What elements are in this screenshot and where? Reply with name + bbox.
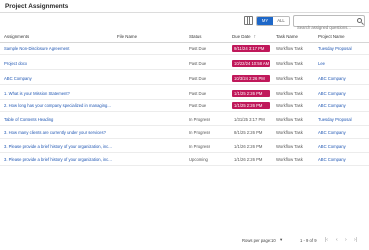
- project-link[interactable]: ABC Company: [318, 76, 366, 81]
- assignment-link[interactable]: 1. What is your Mission Statement?: [4, 91, 112, 96]
- sort-up-icon[interactable]: ↑: [254, 34, 257, 40]
- assignment-link[interactable]: 3. Please provide a brief history of you…: [4, 157, 112, 162]
- pagination-bar: Rows per page: 10 ▾ 1 - 9 of 9 |‹ ‹ › ›|: [0, 236, 369, 246]
- project-link[interactable]: ABC Company: [318, 157, 366, 162]
- row-divider: [0, 138, 369, 139]
- prev-page-icon[interactable]: ‹: [336, 237, 338, 243]
- row-divider: [0, 84, 369, 85]
- task-name: Workflow Task: [276, 76, 303, 81]
- table-row[interactable]: 1. What is your Mission Statement? Past …: [0, 89, 369, 100]
- col-project-name[interactable]: Project Name: [318, 34, 345, 39]
- table-row[interactable]: Project docx Past Due 10/22/24 10:58 AM …: [0, 59, 369, 70]
- project-link[interactable]: ABC Company: [318, 91, 366, 96]
- assignment-link[interactable]: Table of Contents Heading: [4, 117, 112, 122]
- assignment-link[interactable]: 3. How many clients are currently under …: [4, 130, 112, 135]
- col-due-date-wrap[interactable]: Due Date ↑: [232, 34, 256, 40]
- table-row[interactable]: Sample Non-Disclosure Agreement Past Due…: [0, 44, 369, 55]
- columns-icon[interactable]: [244, 16, 253, 25]
- search-input[interactable]: [294, 22, 354, 33]
- row-divider: [0, 99, 369, 100]
- due-date-text: 1/31/25 3:17 PM: [234, 117, 265, 122]
- assignment-link[interactable]: ABC Company: [4, 76, 112, 81]
- status-text: Upcoming: [189, 157, 208, 162]
- status-text: Past Due: [189, 76, 207, 81]
- project-link[interactable]: ABC Company: [318, 144, 366, 149]
- project-link[interactable]: ABC Company: [318, 130, 366, 135]
- project-link[interactable]: Tuesday Proposal: [318, 46, 366, 51]
- due-date-badge: 10/22/24 10:58 AM: [232, 60, 270, 67]
- table-row[interactable]: 3. How many clients are currently under …: [0, 128, 369, 139]
- row-divider: [0, 69, 369, 70]
- search-box[interactable]: [293, 15, 365, 33]
- next-page-icon[interactable]: ›: [345, 237, 347, 243]
- due-date-badge: 1/1/25 2:26 PM: [232, 102, 270, 109]
- col-task-name[interactable]: Task Name: [276, 34, 298, 39]
- col-due-date[interactable]: Due Date: [232, 34, 251, 39]
- task-name: Workflow Task: [276, 157, 303, 162]
- status-text: In Progress: [189, 130, 211, 135]
- due-date-badge: 10/3/24 2:26 PM: [232, 75, 270, 82]
- assignment-link[interactable]: Project docx: [4, 61, 112, 66]
- project-link[interactable]: Tuesday Proposal: [318, 117, 366, 122]
- table-row[interactable]: ABC Company Past Due 10/3/24 2:26 PM Wor…: [0, 74, 369, 85]
- task-name: Workflow Task: [276, 61, 303, 66]
- table-row[interactable]: 3. Please provide a brief history of you…: [0, 142, 369, 153]
- rows-per-page-select[interactable]: 10: [271, 238, 276, 243]
- row-divider: [0, 125, 369, 126]
- status-text: In Progress: [189, 144, 211, 149]
- status-text: Past Due: [189, 103, 207, 108]
- first-page-icon[interactable]: |‹: [325, 237, 328, 243]
- title-divider: [0, 12, 369, 13]
- due-date-text: 8/1/25 2:26 PM: [234, 130, 263, 135]
- status-text: Past Due: [189, 61, 207, 66]
- row-divider: [0, 152, 369, 153]
- due-date-badge: 9/11/24 3:17 PM: [232, 45, 270, 52]
- task-name: Workflow Task: [276, 130, 303, 135]
- row-divider: [0, 165, 369, 166]
- col-status[interactable]: Status: [189, 34, 201, 39]
- due-date-text: 1/1/26 2:26 PM: [234, 144, 263, 149]
- table-row[interactable]: 2. How long has your company specialized…: [0, 101, 369, 112]
- col-assignments[interactable]: Assignments: [4, 34, 29, 39]
- task-name: Workflow Task: [276, 144, 303, 149]
- assignment-link[interactable]: Sample Non-Disclosure Agreement: [4, 46, 112, 51]
- task-name: Workflow Task: [276, 117, 303, 122]
- col-file-name[interactable]: File Name: [117, 34, 137, 39]
- task-name: Workflow Task: [276, 103, 303, 108]
- table-header: Assignments File Name Status Due Date ↑ T…: [0, 32, 369, 42]
- header-divider: [0, 42, 369, 43]
- status-text: In Progress: [189, 117, 211, 122]
- last-page-icon[interactable]: ›|: [354, 237, 357, 243]
- project-link[interactable]: ABC Company: [318, 103, 366, 108]
- due-date-text: 1/1/26 2:26 PM: [234, 157, 263, 162]
- assignment-link[interactable]: 3. Please provide a brief history of you…: [4, 144, 112, 149]
- my-all-toggle[interactable]: MY ALL: [256, 16, 290, 26]
- status-text: Past Due: [189, 91, 207, 96]
- table-row[interactable]: 3. Please provide a brief history of you…: [0, 155, 369, 166]
- toggle-all-button[interactable]: ALL: [273, 17, 289, 25]
- task-name: Workflow Task: [276, 46, 303, 51]
- page-title: Project Assignments: [5, 3, 69, 10]
- task-name: Workflow Task: [276, 91, 303, 96]
- chevron-down-icon[interactable]: ▾: [280, 237, 282, 243]
- status-text: Past Due: [189, 46, 207, 51]
- assignment-link[interactable]: 2. How long has your company specialized…: [4, 103, 112, 108]
- table-row[interactable]: Table of Contents Heading In Progress 1/…: [0, 115, 369, 126]
- row-divider: [0, 54, 369, 55]
- rows-per-page-label: Rows per page:: [242, 238, 272, 243]
- toggle-my-button[interactable]: MY: [257, 17, 273, 25]
- project-link[interactable]: Lee: [318, 61, 366, 66]
- row-divider: [0, 111, 369, 112]
- due-date-badge: 1/1/25 2:26 PM: [232, 90, 270, 97]
- search-icon[interactable]: [357, 18, 362, 23]
- page-range: 1 - 9 of 9: [300, 238, 317, 243]
